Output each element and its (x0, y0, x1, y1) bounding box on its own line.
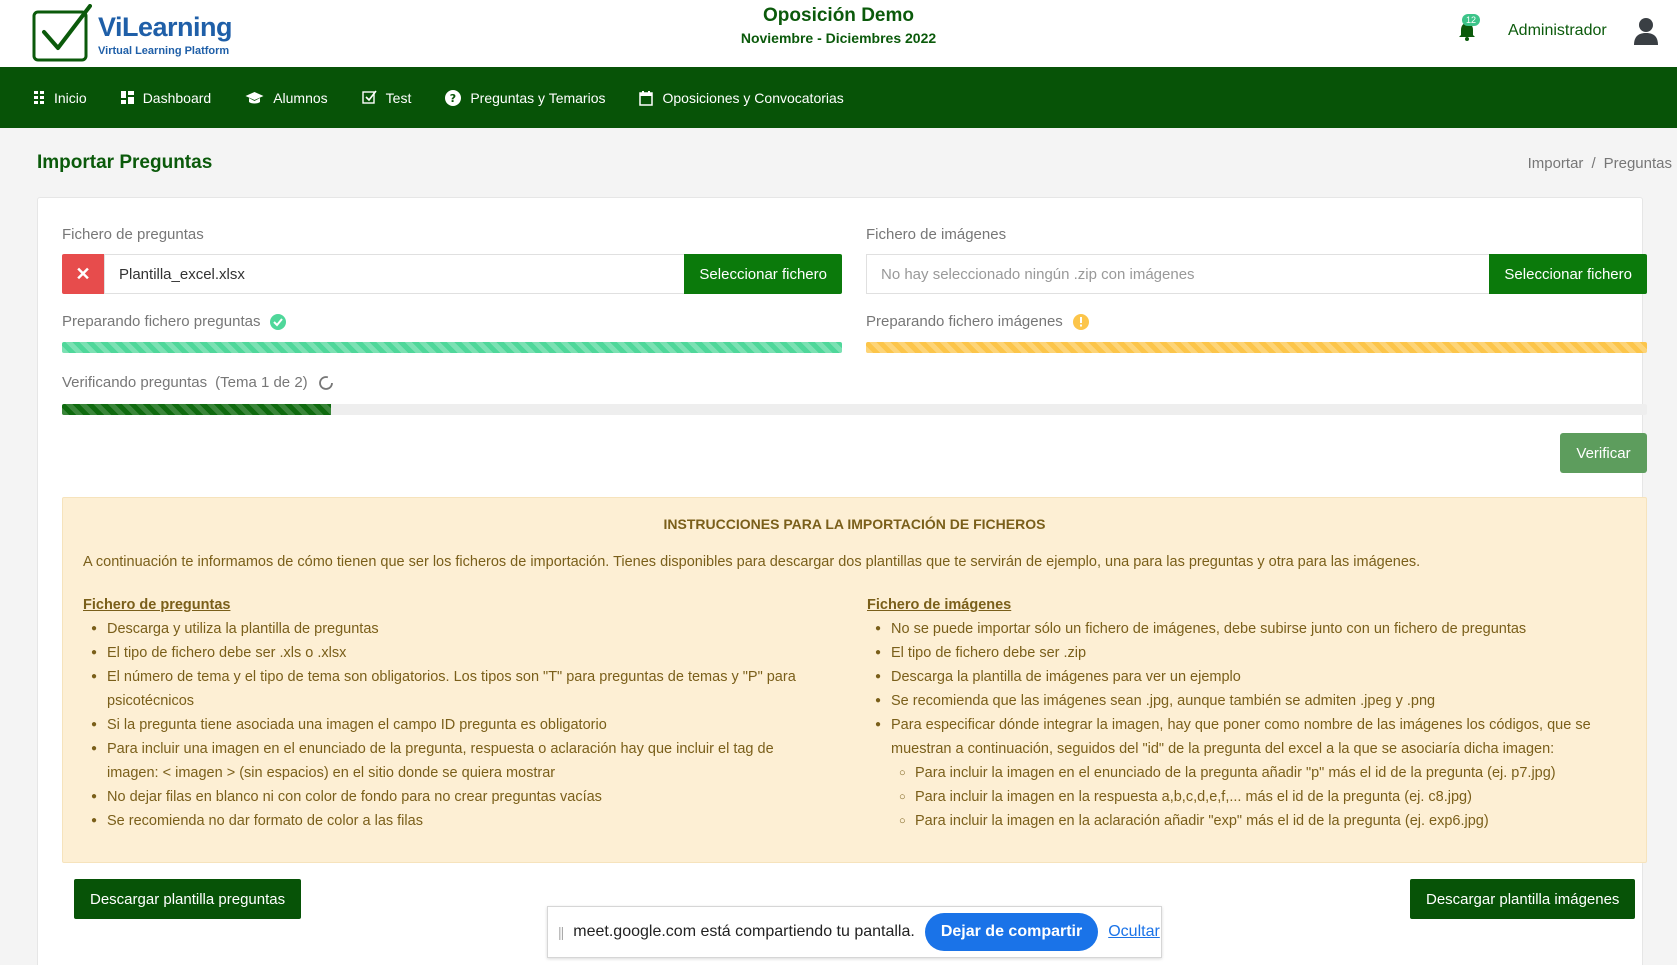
list-item: No dejar filas en blanco ni con color de… (83, 785, 803, 809)
list-item: Descarga y utiliza la plantilla de pregu… (83, 617, 803, 641)
questions-instructions-list: Descarga y utiliza la plantilla de pregu… (83, 617, 803, 833)
verify-progress-fill (62, 404, 332, 415)
images-status: Preparando fichero imágenes (866, 313, 1089, 330)
dashboard-icon (120, 91, 134, 104)
breadcrumb: Importar / Preguntas (1528, 155, 1672, 172)
course-dates: Noviembre - Diciembres 2022 (740, 30, 937, 46)
list-item: El tipo de fichero debe ser .xls o .xlsx (83, 641, 803, 665)
stop-sharing-button[interactable]: Dejar de compartir (924, 913, 1099, 951)
questions-status: Preparando fichero preguntas (62, 313, 287, 330)
images-instructions-title: Fichero de imágenes (867, 597, 1012, 613)
list-subitem: Para incluir la imagen en la aclaración … (867, 809, 1607, 833)
nav-label: Test (385, 89, 412, 106)
svg-text:?: ? (450, 92, 456, 105)
download-questions-template-button[interactable]: Descargar plantilla preguntas (74, 879, 302, 919)
nav-item-alumnos[interactable]: Alumnos (245, 89, 328, 106)
graduation-cap-icon (245, 91, 264, 103)
nav-label: Alumnos (273, 89, 328, 106)
list-subitem: Para incluir la imagen en el enunciado d… (867, 761, 1607, 785)
images-instructions-list: No se puede importar sólo un fichero de … (867, 617, 1607, 833)
images-file-label: Fichero de imágenes (866, 226, 1007, 243)
grid-icon (34, 90, 44, 104)
close-icon: ✕ (75, 263, 91, 284)
select-images-file-button[interactable]: Seleccionar fichero (1489, 254, 1647, 294)
list-item: El tipo de fichero debe ser .zip (867, 641, 1607, 665)
nav-label: Dashboard (142, 89, 212, 106)
images-progress-fill (866, 342, 1647, 353)
questions-progress-bar (62, 342, 842, 353)
nav-item-dashboard[interactable]: Dashboard (120, 89, 212, 106)
main-navbar: Inicio Dashboard Alumnos Test ? Pregunta… (0, 67, 1677, 128)
list-item: El número de tema y el tipo de tema son … (83, 665, 803, 713)
drag-handle-icon[interactable]: || (558, 924, 564, 940)
instructions-panel: INSTRUCCIONES PARA LA IMPORTACIÓN DE FIC… (62, 497, 1647, 863)
calendar-icon (639, 90, 654, 106)
share-message: meet.google.com está compartiendo tu pan… (573, 923, 915, 940)
verify-button[interactable]: Verificar (1560, 433, 1647, 473)
top-header: ViLearning Virtual Learning Platform Opo… (0, 0, 1677, 67)
nav-item-preguntas[interactable]: ? Preguntas y Temarios (445, 89, 606, 106)
questions-status-label: Preparando fichero preguntas (62, 313, 261, 330)
nav-label: Oposiciones y Convocatorias (662, 89, 844, 106)
images-progress-bar (866, 342, 1647, 353)
breadcrumb-separator: / (1591, 155, 1596, 172)
question-circle-icon: ? (445, 89, 462, 106)
user-name[interactable]: Administrador (1508, 22, 1607, 40)
images-status-label: Preparando fichero imágenes (866, 313, 1063, 330)
verify-status-detail: (Tema 1 de 2) (215, 374, 308, 391)
list-item: Se recomienda que las imágenes sean .jpg… (867, 689, 1607, 713)
download-images-template-button[interactable]: Descargar plantilla imágenes (1410, 879, 1636, 919)
questions-instructions-title: Fichero de preguntas (83, 597, 231, 613)
nav-label: Inicio (54, 89, 87, 106)
list-item: Para especificar dónde integrar la image… (867, 713, 1607, 761)
list-item: No se puede importar sólo un fichero de … (867, 617, 1607, 641)
select-questions-file-button[interactable]: Seleccionar fichero (684, 254, 842, 294)
list-subitem: Para incluir la imagen en la respuesta a… (867, 785, 1607, 809)
screen-share-bar: || meet.google.com está compartiendo tu … (547, 906, 1162, 958)
questions-file-row: ✕ Plantilla_excel.xlsx Seleccionar fiche… (62, 254, 842, 294)
instructions-intro: A continuación te informamos de cómo tie… (83, 554, 1421, 570)
questions-instructions: Fichero de preguntas Descarga y utiliza … (83, 593, 803, 833)
list-item: Si la pregunta tiene asociada una imagen… (83, 713, 803, 737)
breadcrumb-item-importar[interactable]: Importar (1528, 155, 1584, 172)
checkbox-icon (361, 90, 377, 104)
user-icon[interactable] (1633, 17, 1659, 45)
notification-badge: 12 (1462, 14, 1481, 26)
images-file-input[interactable]: No hay seleccionado ningún .zip con imág… (866, 254, 1490, 294)
course-title: Oposición Demo Noviembre - Diciembres 20… (0, 5, 1677, 46)
instructions-title: INSTRUCCIONES PARA LA IMPORTACIÓN DE FIC… (663, 516, 1046, 532)
images-instructions: Fichero de imágenes No se puede importar… (867, 593, 1607, 833)
verify-progress-bar (62, 404, 1647, 415)
clear-file-button[interactable]: ✕ (62, 254, 104, 294)
list-item: Se recomienda no dar formato de color a … (83, 809, 803, 833)
course-name: Oposición Demo (763, 5, 914, 26)
list-item: Para incluir una imagen en el enunciado … (83, 737, 803, 785)
spinner-icon (318, 375, 333, 390)
nav-item-test[interactable]: Test (361, 89, 412, 106)
questions-file-input[interactable]: Plantilla_excel.xlsx (104, 254, 685, 294)
verify-status: Verificando preguntas (Tema 1 de 2) (62, 374, 334, 391)
verify-status-label: Verificando preguntas (62, 374, 208, 391)
breadcrumb-item-preguntas: Preguntas (1603, 155, 1672, 172)
questions-file-label: Fichero de preguntas (62, 226, 204, 243)
logo-subtitle: Virtual Learning Platform (98, 45, 230, 57)
hide-link[interactable]: Ocultar (1108, 923, 1160, 941)
images-file-row: No hay seleccionado ningún .zip con imág… (866, 254, 1647, 294)
page-title: Importar Preguntas (37, 152, 213, 173)
list-item: Descarga la plantilla de imágenes para v… (867, 665, 1607, 689)
questions-progress-fill (62, 342, 842, 353)
check-circle-icon (270, 313, 287, 330)
nav-item-oposiciones[interactable]: Oposiciones y Convocatorias (639, 89, 844, 106)
nav-item-inicio[interactable]: Inicio (34, 90, 87, 106)
nav-label: Preguntas y Temarios (470, 89, 606, 106)
warning-circle-icon (1072, 313, 1089, 330)
